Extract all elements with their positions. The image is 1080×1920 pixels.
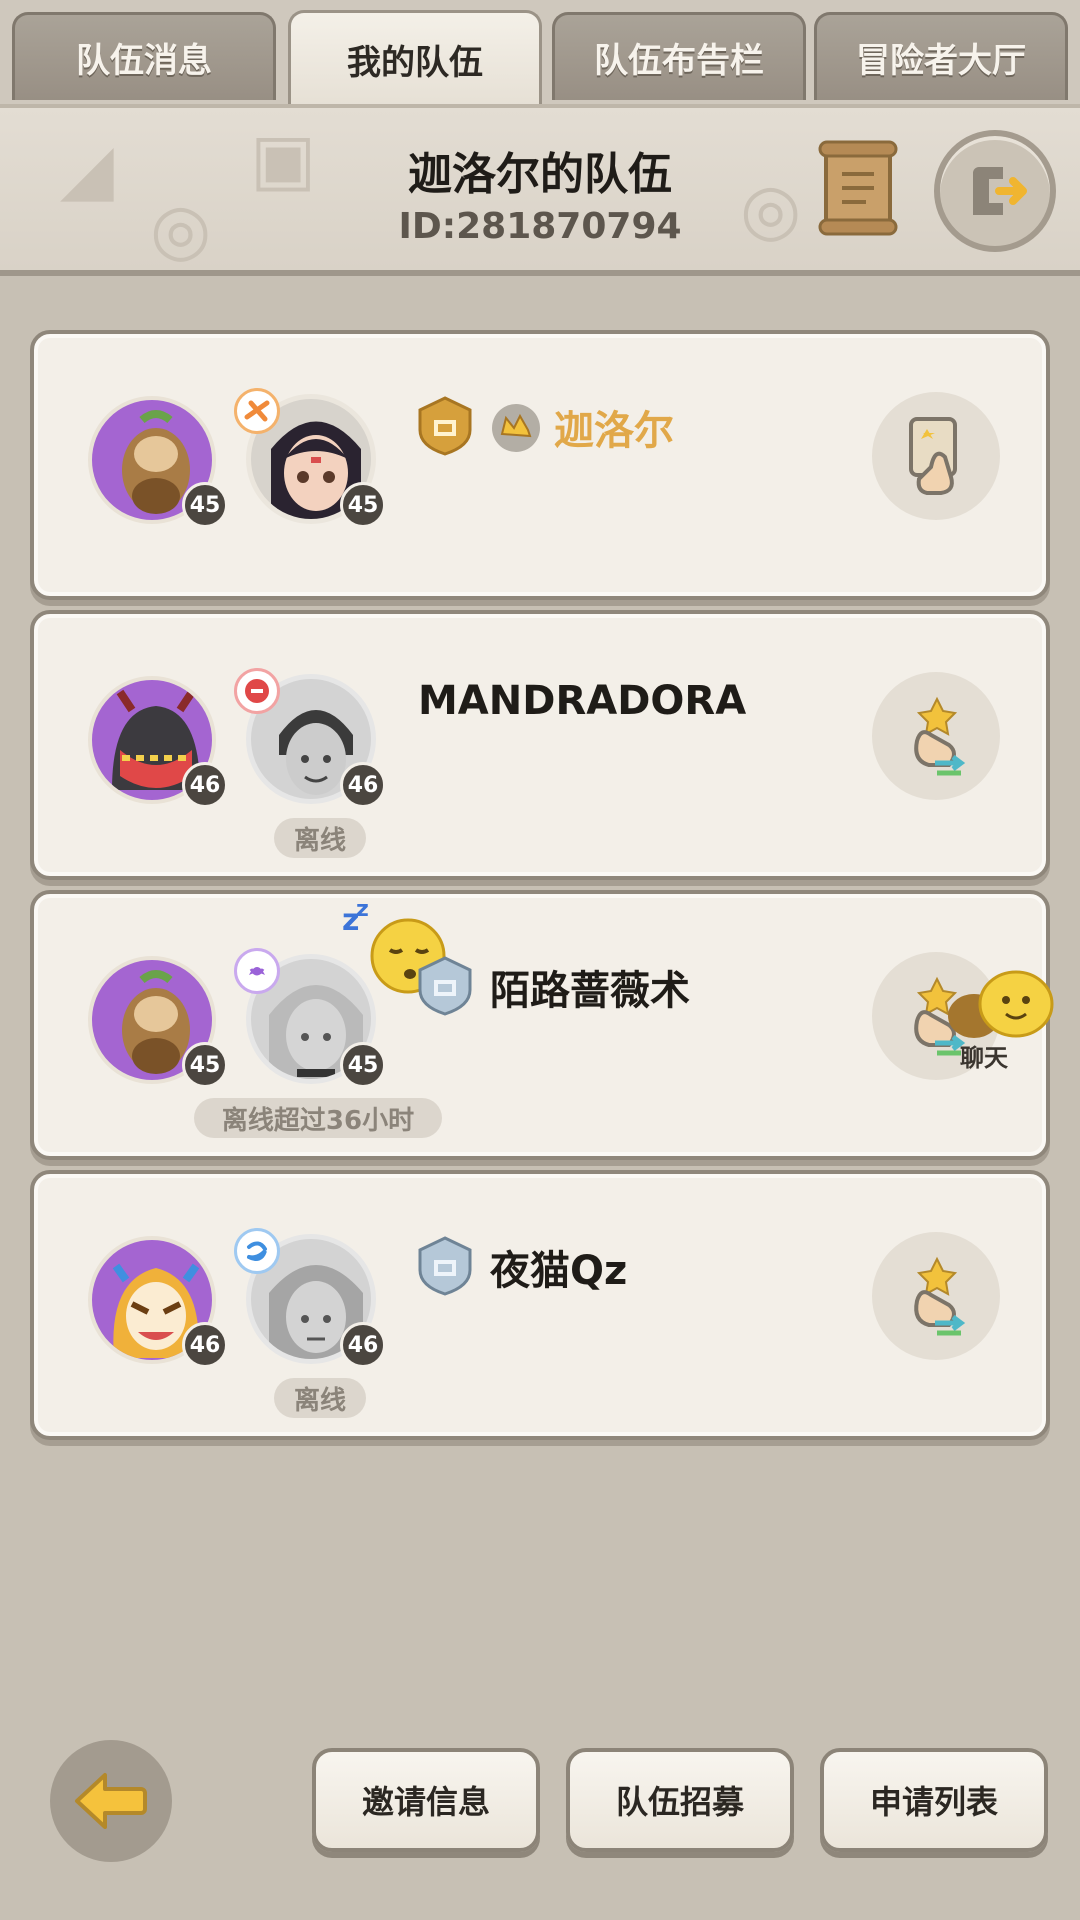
tab-team-bulletin[interactable]: 队伍布告栏 [552,12,806,100]
hero-level-badge: 46 [340,1322,386,1368]
status-badge: 离线超过36小时 [194,1098,442,1138]
member-card[interactable]: z z 45 45 离线超过36小时 陌路蔷薇术 聊天 [30,890,1054,1160]
exit-door-icon [973,167,1027,215]
member-card[interactable]: 46 46 离线 夜猫Qz [30,1170,1050,1440]
team-recruit-button[interactable]: 队伍招募 [566,1748,794,1852]
class-badge-icon [234,948,280,994]
chat-label[interactable]: 聊天 [960,1038,1008,1073]
back-arrow-icon [75,1773,147,1829]
rules-hand-icon [909,417,957,495]
team-notice-scroll-icon[interactable] [816,140,900,236]
rules-button[interactable] [872,392,1000,520]
svg-text:z: z [356,897,369,922]
member-name: 陌路蔷薇术 [490,968,690,1014]
swap-member-button[interactable] [872,1232,1000,1360]
team-title: 迦洛尔的队伍 [408,149,672,200]
gold-rank-shield-icon [418,396,472,456]
team-header: ◢ ▣ ◎ ◎ 迦洛尔的队伍 ID:281870794 [0,104,1080,276]
pet-level-badge: 45 [182,482,228,528]
silver-rank-shield-icon [418,1236,472,1296]
status-badge: 离线 [274,818,366,858]
class-badge-icon [234,668,280,714]
tab-my-team[interactable]: 我的队伍 [288,10,542,106]
swap-hand-icon [914,1256,966,1336]
swap-hand-icon [914,696,966,776]
member-name: MANDRADORA [418,678,747,724]
member-card[interactable]: 46 46 离线 MANDRADORA [30,610,1050,880]
member-card[interactable]: 45 45 迦洛尔 [30,330,1050,600]
leader-crown-icon [492,404,540,452]
silver-rank-shield-icon [418,956,472,1016]
leave-team-button[interactable] [934,130,1056,252]
hero-level-badge: 46 [340,762,386,808]
member-name: 迦洛尔 [554,408,674,454]
tab-adventurer-hall[interactable]: 冒险者大厅 [814,12,1068,100]
pet-level-badge: 45 [182,1042,228,1088]
swap-member-button[interactable] [872,672,1000,800]
pet-level-badge: 46 [182,1322,228,1368]
tab-team-messages[interactable]: 队伍消息 [12,12,276,100]
invite-info-button[interactable]: 邀请信息 [312,1748,540,1852]
application-list-button[interactable]: 申请列表 [820,1748,1048,1852]
team-id: ID:281870794 [398,206,682,247]
member-name: 夜猫Qz [490,1248,628,1294]
class-badge-icon [234,1228,280,1274]
back-button[interactable] [50,1740,172,1862]
class-badge-icon [234,388,280,434]
hero-level-badge: 45 [340,1042,386,1088]
status-badge: 离线 [274,1378,366,1418]
hero-level-badge: 45 [340,482,386,528]
tab-bar: 队伍消息 我的队伍 队伍布告栏 冒险者大厅 [0,0,1080,106]
pet-level-badge: 46 [182,762,228,808]
